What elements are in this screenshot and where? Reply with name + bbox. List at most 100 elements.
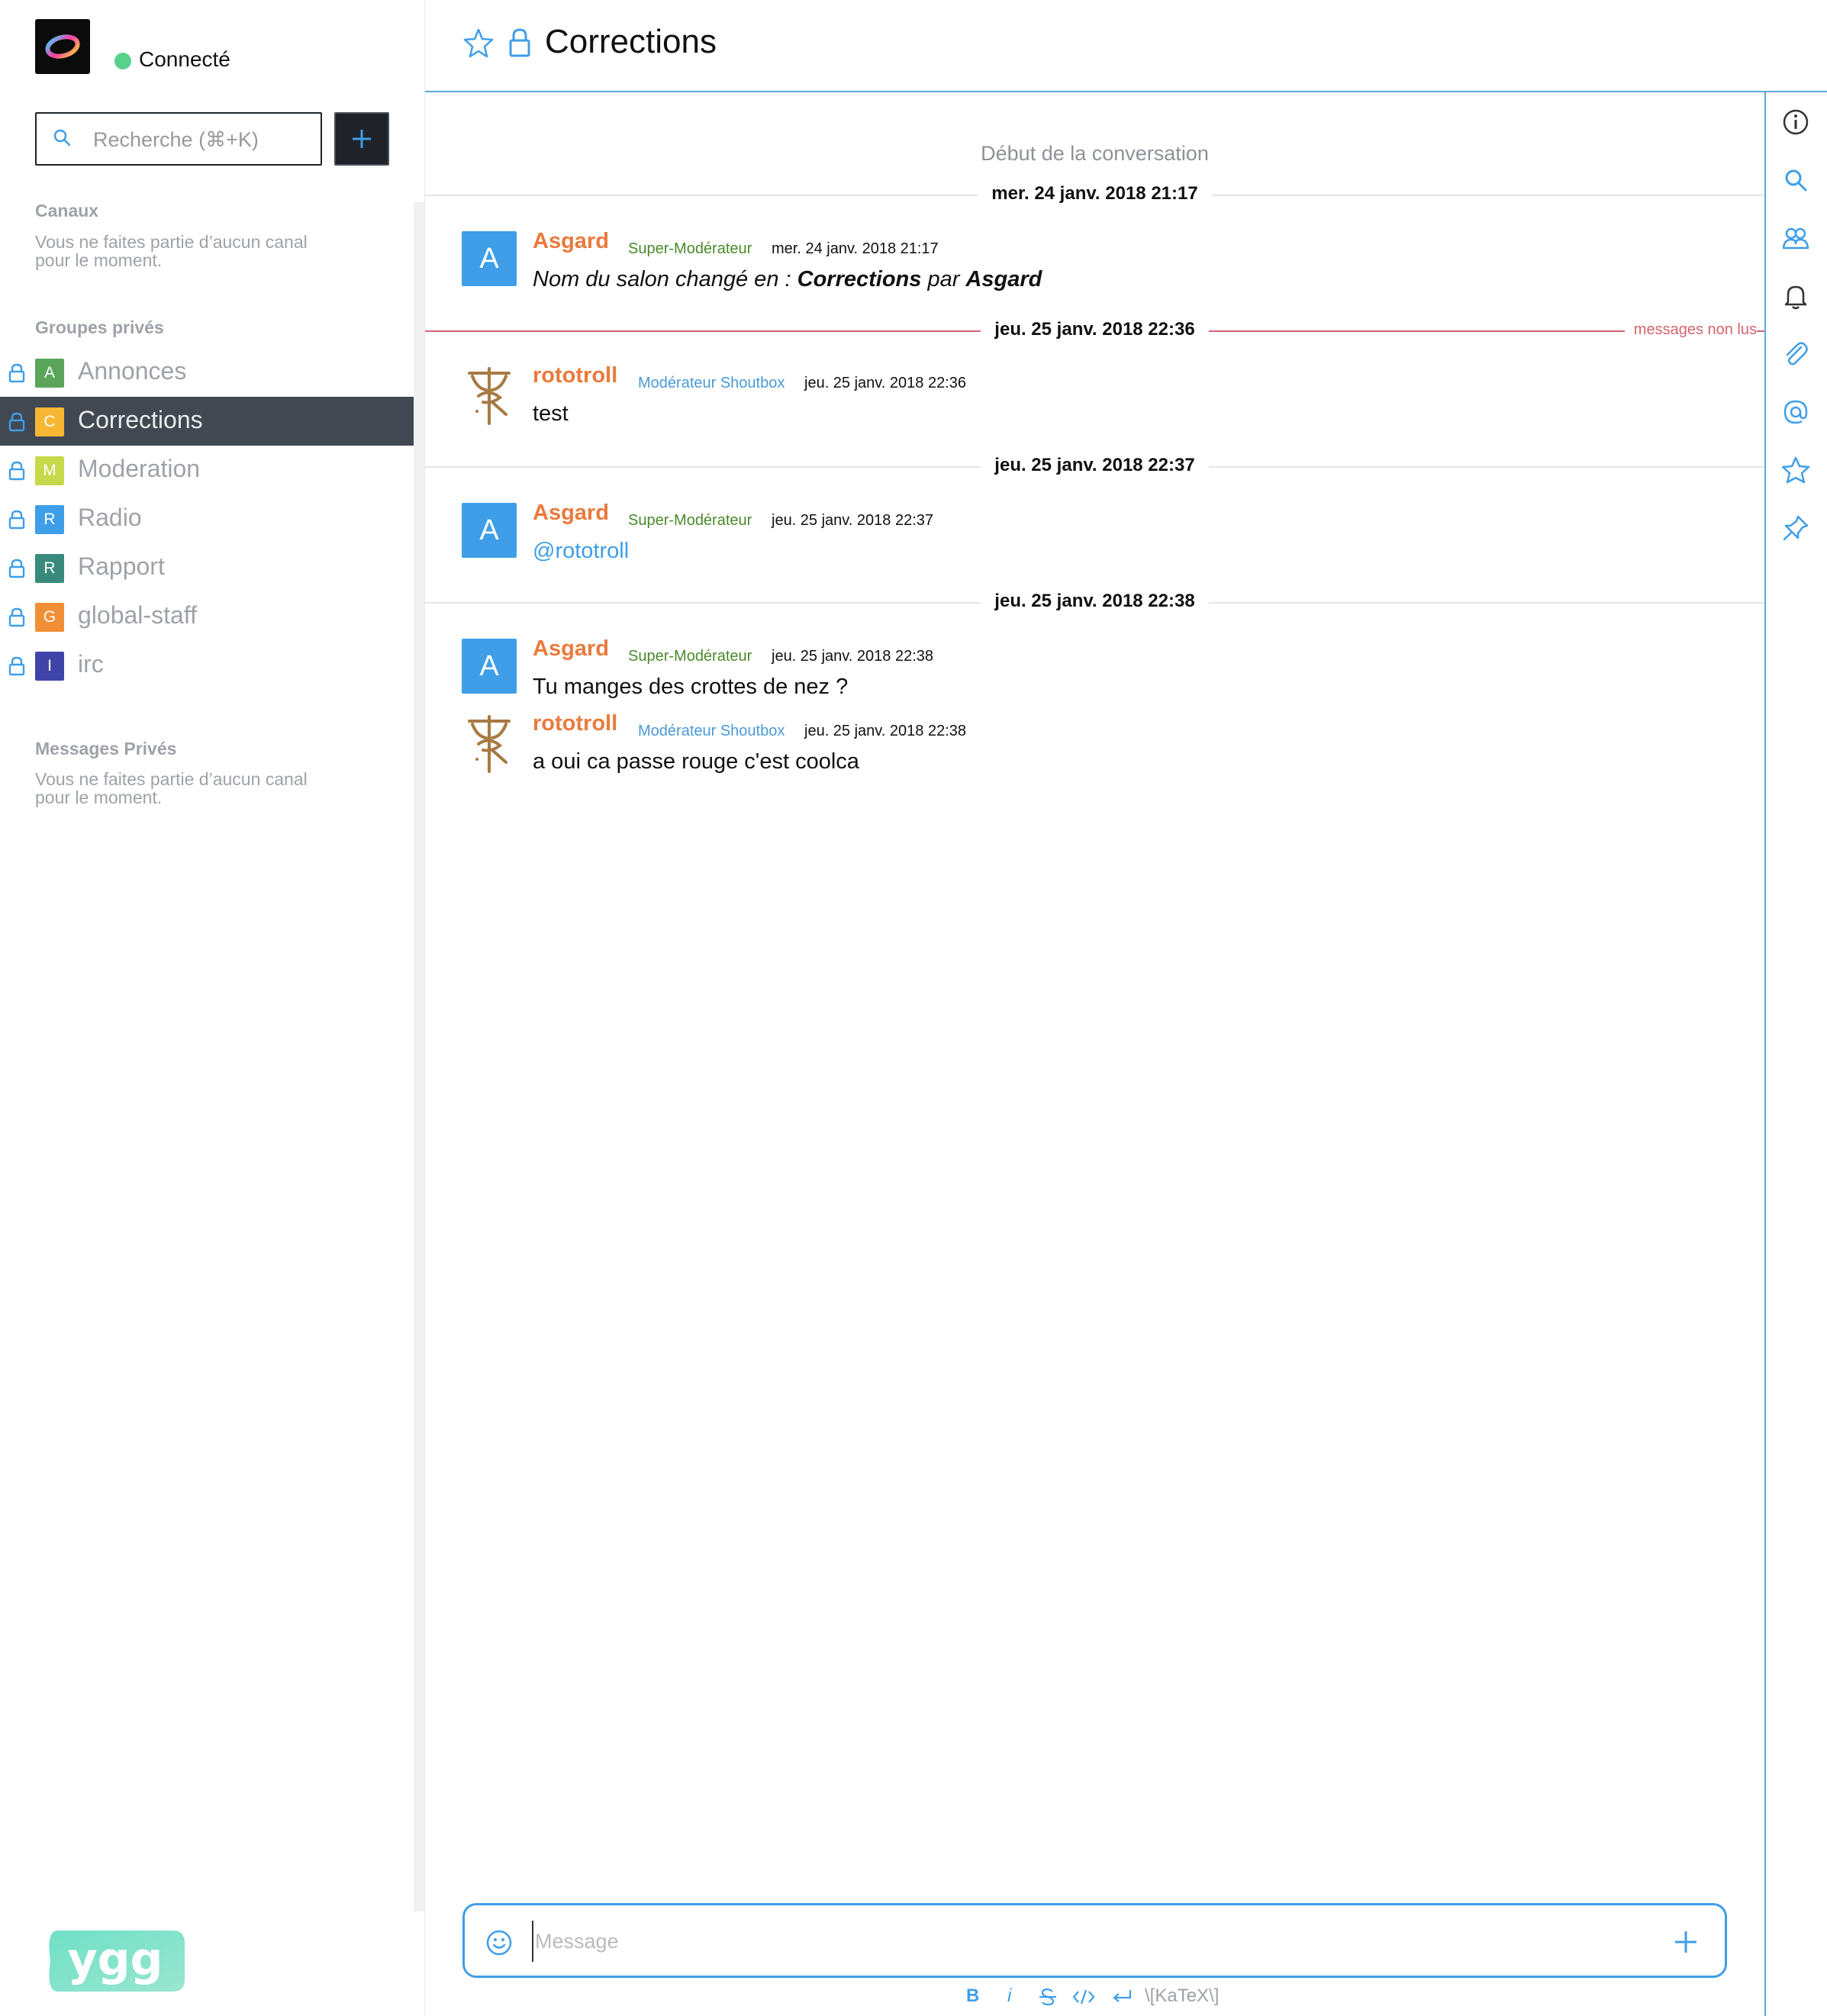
room-name: Corrections — [78, 406, 203, 433]
direct-messages-empty-text: Vous ne faites partie d’aucun canal pour… — [35, 770, 356, 807]
favorite-star-icon[interactable] — [463, 27, 494, 58]
message-list: Début de la conversation mer. 24 janv. 2… — [425, 92, 1764, 1893]
system-message-mid: par — [921, 267, 966, 291]
unread-messages-label: messages non lus — [1624, 321, 1757, 339]
dm-empty-line-1: Vous ne faites partie d’aucun canal — [35, 769, 308, 789]
message-username[interactable]: rototroll — [533, 711, 617, 736]
paperclip-icon — [1786, 342, 1808, 366]
direct-messages-section-title: Messages Privés — [35, 739, 177, 758]
search-box[interactable] — [35, 112, 322, 166]
user-mention-link[interactable]: @rototroll — [533, 539, 629, 564]
sidebar-scrollbar[interactable] — [414, 202, 424, 1911]
sidebar-item-moderation[interactable]: M Moderation — [0, 446, 414, 494]
code-icon — [1072, 1989, 1095, 2005]
room-name: Moderation — [78, 455, 201, 482]
lock-icon — [8, 363, 25, 383]
members-icon — [1782, 227, 1809, 250]
room-avatar: G — [35, 603, 64, 632]
message-timestamp: jeu. 25 janv. 2018 22:36 — [804, 375, 967, 391]
system-message-prefix: Nom du salon changé en : — [533, 267, 798, 291]
sidebar-item-annonces[interactable]: A Annonces — [0, 348, 414, 397]
files-button[interactable] — [1781, 340, 1810, 369]
room-avatar: A — [35, 359, 64, 388]
day-separator-label: mer. 24 janv. 2018 21:17 — [425, 183, 1764, 204]
lock-icon — [8, 412, 25, 432]
pinned-messages-button[interactable] — [1781, 514, 1810, 543]
day-label-text: jeu. 25 janv. 2018 22:37 — [981, 455, 1209, 475]
search-input[interactable] — [92, 114, 316, 166]
sidebar-item-corrections[interactable]: C Corrections — [0, 397, 414, 446]
katex-format-button[interactable]: \[KaTeX\] — [1145, 1985, 1219, 2007]
notifications-button[interactable] — [1781, 282, 1810, 311]
room-avatar: C — [35, 407, 64, 436]
private-groups-section-title: Groupes privés — [35, 317, 164, 337]
code-format-button[interactable] — [1071, 1987, 1096, 2007]
user-avatar[interactable]: A — [462, 231, 517, 286]
lock-icon — [509, 28, 530, 57]
room-toolbar — [1764, 92, 1827, 2016]
room-name: global-staff — [78, 601, 197, 629]
members-button[interactable] — [1781, 224, 1810, 253]
search-messages-button[interactable] — [1781, 166, 1810, 195]
workspace-logo[interactable] — [35, 19, 90, 74]
ygg-logo: ygg — [49, 1931, 185, 1992]
lock-icon — [8, 656, 25, 676]
italic-format-button[interactable]: i — [1007, 1985, 1011, 2007]
room-avatar: I — [35, 652, 64, 681]
room-header: Corrections — [425, 0, 1827, 92]
message-username[interactable]: Asgard — [533, 636, 609, 662]
message-body: a oui ca passe rouge c'est coolca — [533, 749, 859, 774]
multiline-code-button[interactable] — [1110, 1987, 1133, 2007]
plus-icon[interactable] — [1671, 1927, 1701, 1957]
message-input[interactable] — [532, 1921, 1635, 1962]
dm-empty-line-2: pour le moment. — [35, 787, 163, 807]
sidebar: Connecté Canaux Vous ne faites partie d’… — [0, 0, 425, 2016]
rototroll-avatar[interactable] — [462, 713, 517, 773]
pin-icon — [1783, 515, 1809, 541]
search-icon — [1785, 169, 1807, 192]
message-body: test — [533, 401, 569, 426]
sidebar-item-radio[interactable]: R Radio — [0, 494, 414, 543]
day-label-text: mer. 24 janv. 2018 21:17 — [978, 183, 1212, 204]
day-label-text: jeu. 25 janv. 2018 22:36 — [981, 319, 1209, 340]
mentions-button[interactable] — [1781, 398, 1810, 427]
message-username[interactable]: rototroll — [533, 363, 617, 388]
room-name: irc — [78, 650, 104, 678]
strike-format-button[interactable] — [1038, 1987, 1058, 2007]
room-title: Corrections — [545, 23, 717, 60]
at-sign-icon — [1784, 400, 1808, 424]
channels-empty-line-1: Vous ne faites partie d’aucun canal — [35, 232, 308, 252]
message-username[interactable]: Asgard — [533, 501, 609, 526]
message-timestamp: jeu. 25 janv. 2018 22:38 — [772, 648, 934, 665]
user-role-badge: Super-Modérateur — [628, 648, 752, 665]
return-arrow-icon — [1113, 1990, 1132, 2002]
user-role-badge: Super-Modérateur — [628, 240, 752, 257]
day-separator-label: jeu. 25 janv. 2018 22:38 — [425, 591, 1764, 612]
day-label-text: jeu. 25 janv. 2018 22:38 — [981, 591, 1209, 611]
room-avatar: R — [35, 505, 64, 534]
user-status[interactable]: Connecté — [139, 47, 230, 72]
plus-icon — [353, 130, 371, 148]
lock-icon — [8, 607, 25, 627]
user-role-badge: Super-Modérateur — [628, 512, 752, 529]
rototroll-avatar[interactable] — [462, 366, 517, 425]
sidebar-item-global-staff[interactable]: Gglobal-staff — [0, 592, 414, 641]
message-timestamp: mer. 24 janv. 2018 21:17 — [772, 240, 939, 257]
starred-messages-button[interactable] — [1781, 456, 1810, 485]
bold-format-button[interactable]: B — [966, 1985, 979, 2007]
sidebar-item-irc[interactable]: Iirc — [0, 641, 414, 690]
strikethrough-icon — [1039, 1988, 1056, 2006]
room-info-button[interactable] — [1781, 108, 1810, 137]
create-room-button[interactable] — [334, 112, 389, 166]
room-name: Annonces — [78, 357, 187, 385]
user-role-badge: Modérateur Shoutbox — [638, 375, 785, 391]
emoji-icon[interactable] — [485, 1928, 514, 1957]
message-username[interactable]: Asgard — [533, 229, 609, 254]
sidebar-item-rapport[interactable]: R Rapport — [0, 543, 414, 592]
conversation-start-label: Début de la conversation — [981, 142, 1209, 165]
lock-icon — [8, 510, 25, 530]
lock-icon — [8, 559, 25, 578]
user-avatar[interactable]: A — [462, 639, 517, 694]
channels-empty-line-2: pour le moment. — [35, 250, 163, 270]
user-avatar[interactable]: A — [462, 503, 517, 558]
